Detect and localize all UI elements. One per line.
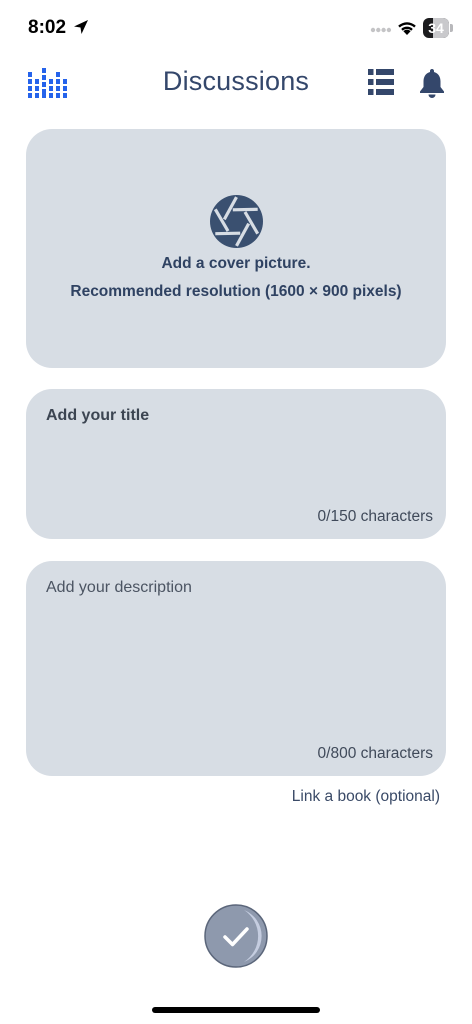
description-input[interactable]: Add your description	[46, 579, 426, 597]
title-character-counter: 0/150 characters	[317, 508, 433, 525]
link-book-link[interactable]: Link a book (optional)	[292, 788, 440, 806]
title-input[interactable]: Add your title	[46, 407, 426, 425]
cover-resolution-hint: Recommended resolution (1600 × 900 pixel…	[70, 283, 402, 300]
description-character-counter: 0/800 characters	[317, 745, 433, 762]
bell-icon[interactable]	[419, 68, 445, 98]
camera-aperture-icon	[210, 195, 263, 248]
battery-level: 34	[428, 20, 444, 36]
list-icon[interactable]	[368, 69, 394, 95]
status-bar: 8:02 34	[0, 0, 472, 56]
description-field[interactable]: Add your description 0/800 characters	[26, 561, 446, 776]
title-field[interactable]: Add your title 0/150 characters	[26, 389, 446, 539]
page-title: Discussions	[162, 66, 310, 96]
cover-instruction: Add a cover picture.	[161, 255, 311, 272]
location-arrow-icon	[74, 20, 88, 34]
home-indicator	[152, 1007, 320, 1013]
submit-button[interactable]	[204, 904, 268, 968]
cover-picture-upload[interactable]: Add a cover picture. Recommended resolut…	[26, 129, 446, 368]
signal-dots-icon	[370, 27, 392, 33]
wifi-icon	[398, 22, 416, 35]
battery-icon: 34	[423, 18, 454, 38]
header: Discussions	[0, 56, 472, 116]
status-time: 8:02	[28, 17, 67, 38]
